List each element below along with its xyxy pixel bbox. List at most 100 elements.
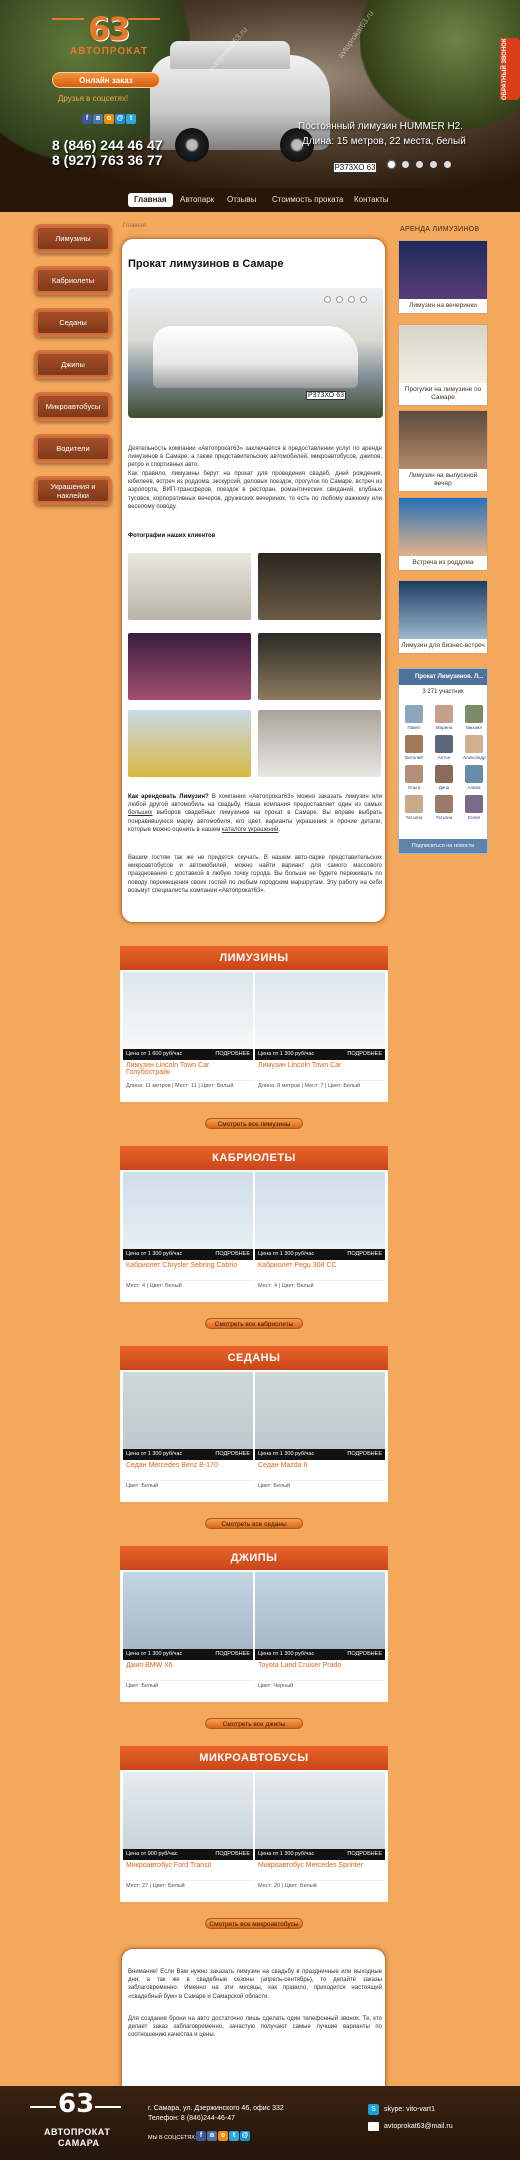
vehicle-more-link[interactable]: ПОДРОБНЕЕ — [215, 1049, 250, 1060]
avatar[interactable] — [405, 765, 423, 783]
nav-item-home[interactable]: Главная — [128, 193, 173, 207]
sidebar-card[interactable]: Встреча из роддома — [398, 497, 488, 571]
vk-subscribe-button[interactable]: Подписаться на новости — [399, 839, 487, 853]
odnoklassniki-icon[interactable]: о — [104, 114, 114, 124]
avatar[interactable] — [435, 705, 453, 723]
vehicle-name[interactable]: Джип BMW X6 — [123, 1660, 253, 1680]
left-menu-sedans[interactable]: Седаны — [34, 308, 112, 337]
nav-item-fleet[interactable]: Автопарк — [174, 193, 220, 207]
vehicle-card[interactable]: ПОДРОБНЕЕ Цена от 1 300 руб/час Toyota La… — [255, 1572, 385, 1691]
view-all-button[interactable]: Смотреть все лимузины — [205, 1118, 303, 1129]
left-menu-limousines[interactable]: Лимузины — [34, 224, 112, 253]
slider-dot[interactable] — [444, 161, 451, 168]
vehicle-more-link[interactable]: ПОДРОБНЕЕ — [347, 1849, 382, 1860]
section-header[interactable]: СЕДАНЫ — [120, 1346, 388, 1370]
vehicle-name[interactable]: Кабриолет Pegu 308 CC — [255, 1260, 385, 1280]
facebook-icon[interactable]: f — [196, 2131, 206, 2141]
phone-1[interactable]: 8 (846) 244 46 47 — [52, 137, 163, 153]
avatar[interactable] — [465, 705, 483, 723]
vehicle-more-link[interactable]: ПОДРОБНЕЕ — [347, 1649, 382, 1660]
phone-2[interactable]: 8 (927) 763 36 77 — [52, 152, 163, 168]
vehicle-image[interactable] — [123, 972, 253, 1049]
slider-dot[interactable] — [402, 161, 409, 168]
sidebar-card[interactable]: Лимузин на вечеринки — [398, 240, 488, 314]
footer-skype[interactable]: skype: vito-vart1 — [384, 2106, 435, 2113]
avatar[interactable] — [435, 765, 453, 783]
vehicle-name[interactable]: Седан Mazda 6 — [255, 1460, 385, 1480]
client-photo-2[interactable] — [258, 553, 381, 620]
slider-dot[interactable] — [430, 161, 437, 168]
nav-item-reviews[interactable]: Отзывы — [221, 193, 262, 207]
vehicle-name[interactable]: Микроавтобус Ford Transit — [123, 1860, 253, 1880]
vehicle-name[interactable]: Лимузин Lincoln Town Car — [255, 1060, 385, 1080]
vehicle-name[interactable]: Toyota Land Cruiser Prado — [255, 1660, 385, 1680]
slider-dot[interactable] — [336, 296, 343, 303]
left-menu-minibuses[interactable]: Микроавтобусы — [34, 392, 112, 421]
vehicle-card[interactable]: ПОДРОБНЕЕ Цена от 1 300 руб/час Микроавто… — [255, 1772, 385, 1891]
vk-icon[interactable]: в — [207, 2131, 217, 2141]
vehicle-image[interactable] — [255, 1772, 385, 1849]
link-biggest[interactable]: больших — [128, 810, 152, 816]
avatar[interactable] — [465, 735, 483, 753]
vehicle-more-link[interactable]: ПОДРОБНЕЕ — [347, 1249, 382, 1260]
avatar[interactable] — [405, 795, 423, 813]
twitter-icon[interactable]: t — [229, 2131, 239, 2141]
vehicle-more-link[interactable]: ПОДРОБНЕЕ — [347, 1449, 382, 1460]
slider-dot[interactable] — [360, 296, 367, 303]
slider-dot[interactable] — [324, 296, 331, 303]
avatar[interactable] — [405, 735, 423, 753]
vehicle-more-link[interactable]: ПОДРОБНЕЕ — [215, 1649, 250, 1660]
section-header[interactable]: КАБРИОЛЕТЫ — [120, 1146, 388, 1170]
link-decorations-catalog[interactable]: каталоге украшений — [222, 827, 278, 833]
vehicle-more-link[interactable]: ПОДРОБНЕЕ — [215, 1449, 250, 1460]
vk-widget[interactable]: Прокат Лимузинов. Л... 3 271 участник Па… — [398, 668, 488, 854]
vehicle-more-link[interactable]: ПОДРОБНЕЕ — [215, 1849, 250, 1860]
facebook-icon[interactable]: f — [82, 114, 92, 124]
slider-dot[interactable] — [388, 161, 395, 168]
vehicle-name[interactable]: Кабриолет Chrysler Sebring Cabrio — [123, 1260, 253, 1280]
avatar[interactable] — [465, 795, 483, 813]
footer-logo-number[interactable]: 63 — [58, 2089, 94, 2119]
footer-phone[interactable]: Телефон: 8 (846)244-46-47 — [148, 2115, 235, 2122]
client-photo-5[interactable] — [128, 710, 251, 777]
vehicle-image[interactable] — [255, 972, 385, 1049]
vehicle-image[interactable] — [123, 1572, 253, 1649]
vehicle-image[interactable] — [255, 1172, 385, 1249]
avatar[interactable] — [405, 705, 423, 723]
view-all-button[interactable]: Смотреть все седаны — [205, 1518, 303, 1529]
client-photo-1[interactable] — [128, 553, 251, 620]
mailru-icon[interactable]: @ — [115, 114, 125, 124]
vehicle-card[interactable]: ПОДРОБНЕЕ Цена от 1 300 руб/час Седан Mer… — [123, 1372, 253, 1491]
logo-text[interactable]: АВТОПРОКАТ — [70, 46, 148, 57]
logo-number[interactable]: 63 — [88, 10, 131, 48]
online-order-button[interactable]: Онлайн заказ — [52, 72, 160, 88]
twitter-icon[interactable]: t — [126, 114, 136, 124]
vehicle-card[interactable]: ПОДРОБНЕЕ Цена от 1 300 руб/час Седан Maz… — [255, 1372, 385, 1491]
vehicle-name[interactable]: Седан Mercedes Benz B-170 — [123, 1460, 253, 1480]
client-photo-6[interactable] — [258, 710, 381, 777]
vehicle-image[interactable] — [123, 1372, 253, 1449]
vehicle-card[interactable]: ПОДРОБНЕЕ Цена от 1 300 руб/час Лимузин L… — [255, 972, 385, 1091]
slider-dot[interactable] — [416, 161, 423, 168]
footer-email[interactable]: avtoprokat63@mail.ru — [384, 2123, 453, 2130]
mailru-icon[interactable]: @ — [240, 2131, 250, 2141]
view-all-button[interactable]: Смотреть все джипы — [205, 1718, 303, 1729]
slider-dot[interactable] — [348, 296, 355, 303]
vehicle-card[interactable]: ПОДРОБНЕЕ Цена от 1 600 руб/час Лимузин L… — [123, 972, 253, 1091]
vehicle-card[interactable]: ПОДРОБНЕЕ Цена от 900 руб/час Микроавтобу… — [123, 1772, 253, 1891]
content-slider[interactable]: Р373ХО 63 — [128, 288, 383, 418]
nav-item-prices[interactable]: Стоимость проката — [266, 193, 349, 207]
sidebar-card[interactable]: Лимузин для бизнес-встреч — [398, 580, 488, 654]
view-all-button[interactable]: Смотреть все кабриолеты — [205, 1318, 303, 1329]
vk-icon[interactable]: в — [93, 114, 103, 124]
section-header[interactable]: ДЖИПЫ — [120, 1546, 388, 1570]
sidebar-card[interactable]: Прогулки на лимузине по Самаре — [398, 324, 488, 406]
vehicle-image[interactable] — [123, 1172, 253, 1249]
sidebar-card[interactable]: Лимузин на выпускной вечер — [398, 410, 488, 492]
left-menu-cabriolets[interactable]: Кабриолеты — [34, 266, 112, 295]
vehicle-image[interactable] — [255, 1572, 385, 1649]
left-menu-decorations[interactable]: Украшения и наклейки — [34, 476, 112, 505]
nav-item-contacts[interactable]: Контакты — [348, 193, 395, 207]
odnoklassniki-icon[interactable]: о — [218, 2131, 228, 2141]
vk-widget-title[interactable]: Прокат Лимузинов. Л... — [399, 669, 487, 685]
